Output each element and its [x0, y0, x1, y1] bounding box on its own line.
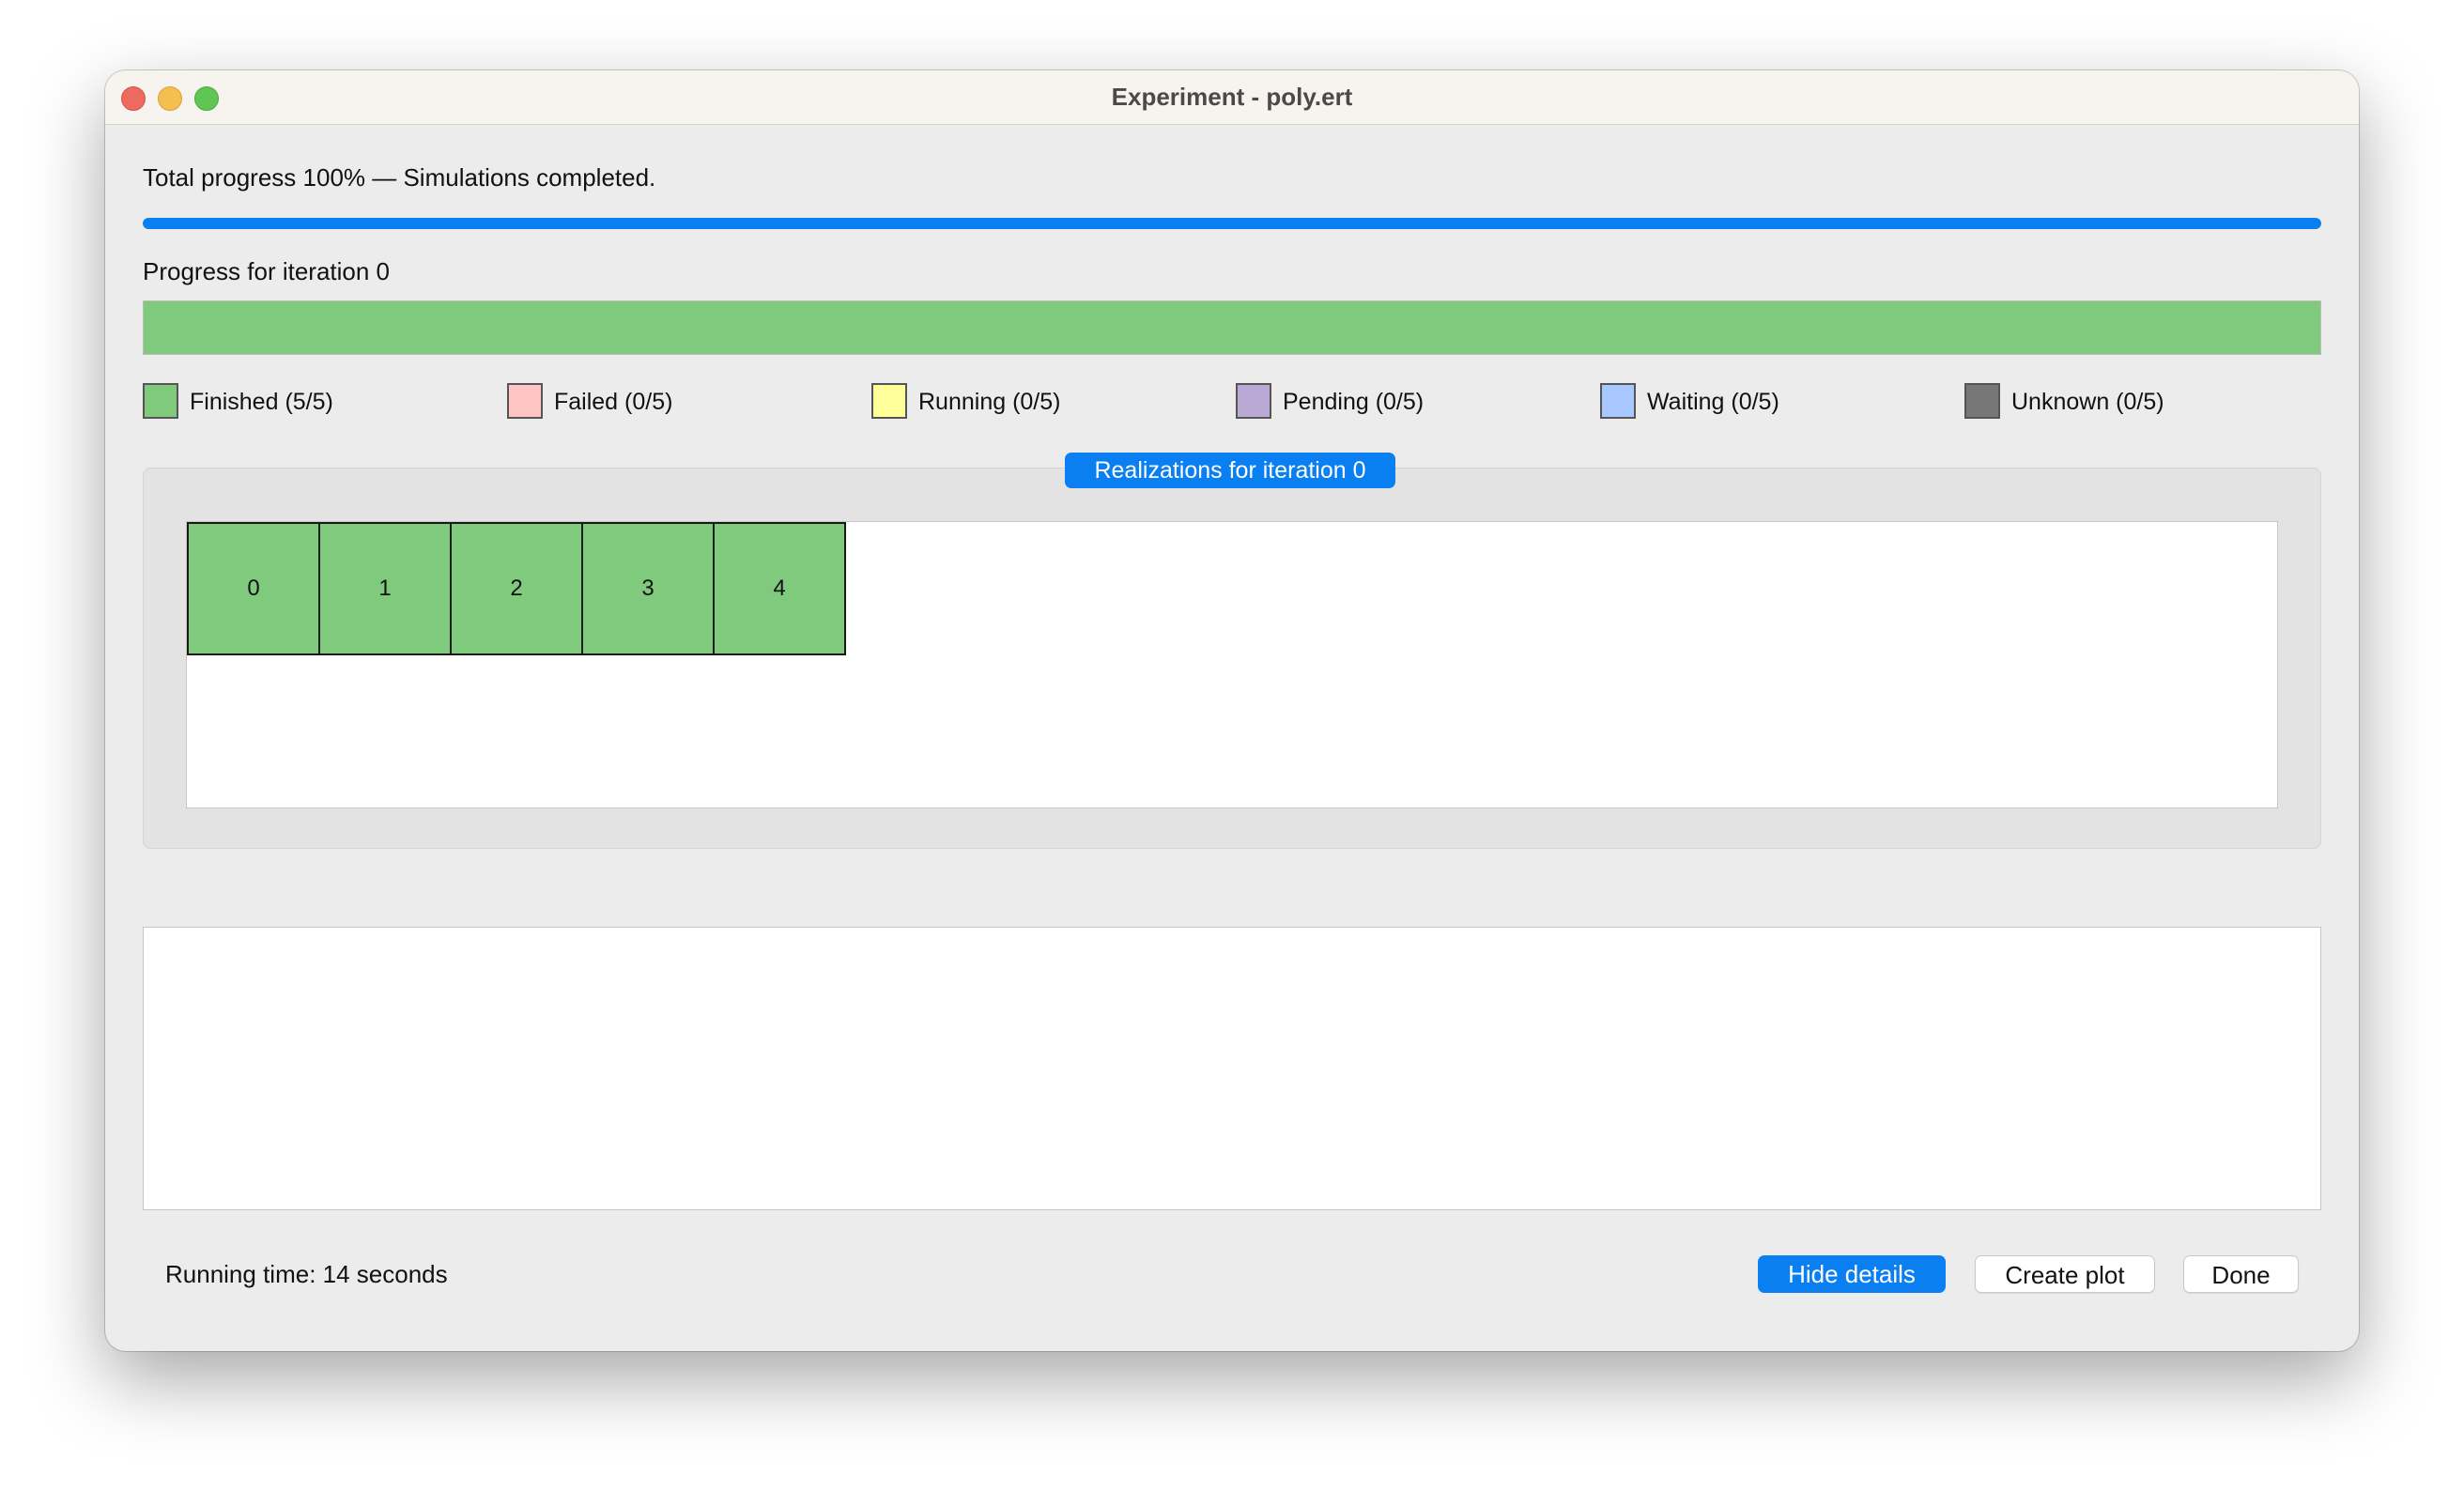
legend-label-waiting: Waiting (0/5) — [1647, 389, 1779, 415]
legend-label-finished: Finished (5/5) — [190, 389, 333, 415]
iteration-progress-label: Progress for iteration 0 — [143, 257, 391, 285]
create-plot-button[interactable]: Create plot — [1975, 1255, 2155, 1293]
legend-swatch-failed — [507, 383, 543, 419]
realization-cell-0[interactable]: 0 — [187, 522, 320, 655]
realization-cell-2[interactable]: 2 — [450, 522, 583, 655]
realization-cell-1[interactable]: 1 — [318, 522, 452, 655]
iteration-progress-bar-fill — [144, 301, 2320, 354]
window-title: Experiment - poly.ert — [1111, 83, 1353, 111]
hide-details-button[interactable]: Hide details — [1758, 1255, 1946, 1293]
legend-swatch-pending — [1236, 383, 1271, 419]
legend-swatch-unknown — [1964, 383, 2000, 419]
realization-cell-4[interactable]: 4 — [713, 522, 846, 655]
realizations-tab[interactable]: Realizations for iteration 0 — [1065, 453, 1395, 488]
legend-label-failed: Failed (0/5) — [554, 389, 673, 415]
legend-label-unknown: Unknown (0/5) — [2011, 389, 2164, 415]
realization-cell-3[interactable]: 3 — [581, 522, 715, 655]
done-button[interactable]: Done — [2183, 1255, 2299, 1293]
legend-swatch-finished — [143, 383, 178, 419]
running-time-label: Running time: 14 seconds — [165, 1260, 448, 1288]
legend-swatch-waiting — [1600, 383, 1636, 419]
legend-label-pending: Pending (0/5) — [1283, 389, 1424, 415]
legend-label-running: Running (0/5) — [918, 389, 1061, 415]
total-progress-bar-fill — [143, 218, 2321, 229]
iteration-progress-bar — [143, 300, 2321, 355]
total-progress-bar — [143, 218, 2321, 229]
realizations-grid: 0 1 2 3 4 — [186, 521, 2278, 808]
details-panel[interactable] — [143, 927, 2321, 1210]
legend-swatch-running — [871, 383, 907, 419]
title-bar: Experiment - poly.ert — [105, 70, 2359, 125]
experiment-window: Experiment - poly.ert Total progress 100… — [105, 70, 2359, 1351]
total-progress-label: Total progress 100% — Simulations comple… — [143, 163, 656, 192]
